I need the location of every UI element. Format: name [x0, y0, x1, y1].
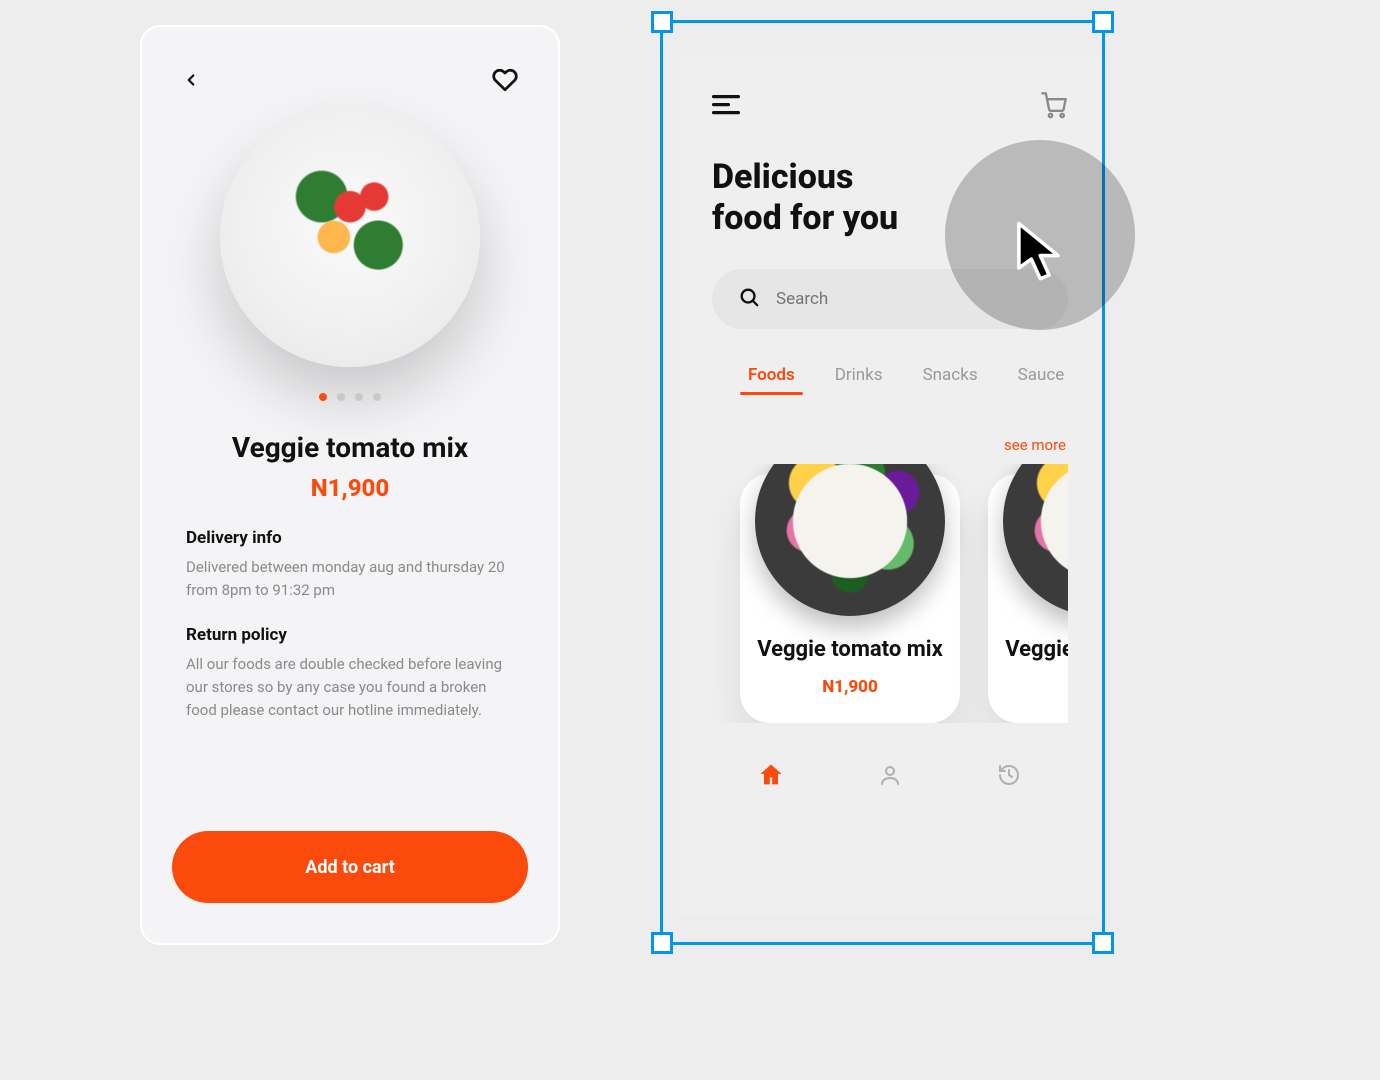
- cursor-arrow-icon: [1015, 220, 1069, 288]
- product-detail-screen: Veggie tomato mix N1,900 Delivery info D…: [140, 25, 560, 945]
- image-pager[interactable]: [172, 393, 528, 401]
- selection-handle-tl[interactable]: [651, 11, 673, 33]
- tab-drinks[interactable]: Drinks: [835, 365, 883, 395]
- pager-dot[interactable]: [355, 393, 363, 401]
- selection-handle-br[interactable]: [1092, 932, 1114, 954]
- add-to-cart-button[interactable]: Add to cart: [172, 831, 528, 903]
- back-icon[interactable]: [182, 71, 200, 93]
- return-body: All our foods are double checked before …: [186, 653, 514, 723]
- nav-home[interactable]: [755, 759, 787, 791]
- product-card-price: N1,900: [998, 677, 1068, 697]
- category-tabs: Foods Drinks Snacks Sauce: [712, 365, 1068, 395]
- headline-line: food for you: [712, 198, 898, 238]
- search-icon: [738, 286, 760, 312]
- tab-snacks[interactable]: Snacks: [923, 365, 978, 395]
- product-card-title: Veggie tomato mix: [998, 636, 1068, 664]
- product-card-price: N1,900: [750, 677, 950, 697]
- selection-handle-tr[interactable]: [1092, 11, 1114, 33]
- product-hero-image: [220, 107, 480, 367]
- product-cards: Veggie tomato mix N1,900 Veggie tomato m…: [712, 464, 1068, 724]
- favorite-icon[interactable]: [492, 67, 518, 97]
- see-more-link[interactable]: see more: [1004, 436, 1066, 454]
- product-card[interactable]: Veggie tomato mix N1,900: [740, 474, 960, 724]
- headline-line: Delicious: [712, 157, 853, 197]
- product-title: Veggie tomato mix: [172, 431, 528, 464]
- pager-dot[interactable]: [337, 393, 345, 401]
- product-card-title: Veggie tomato mix: [750, 636, 950, 664]
- return-heading: Return policy: [186, 625, 514, 645]
- selection-handle-bl[interactable]: [651, 932, 673, 954]
- nav-history[interactable]: [993, 759, 1025, 791]
- delivery-heading: Delivery info: [186, 528, 514, 548]
- product-card[interactable]: Veggie tomato mix N1,900: [988, 474, 1068, 724]
- product-card-image: [1003, 464, 1068, 616]
- cart-icon[interactable]: [1040, 91, 1068, 123]
- tab-sauce[interactable]: Sauce: [1018, 365, 1065, 395]
- menu-icon[interactable]: [712, 95, 740, 119]
- pager-dot[interactable]: [373, 393, 381, 401]
- product-card-image: [755, 464, 945, 616]
- tab-foods[interactable]: Foods: [748, 365, 795, 395]
- product-price: N1,900: [172, 474, 528, 502]
- nav-user[interactable]: [874, 759, 906, 791]
- delivery-body: Delivered between monday aug and thursda…: [186, 556, 514, 603]
- pager-dot[interactable]: [319, 393, 327, 401]
- bottom-nav: [712, 759, 1068, 791]
